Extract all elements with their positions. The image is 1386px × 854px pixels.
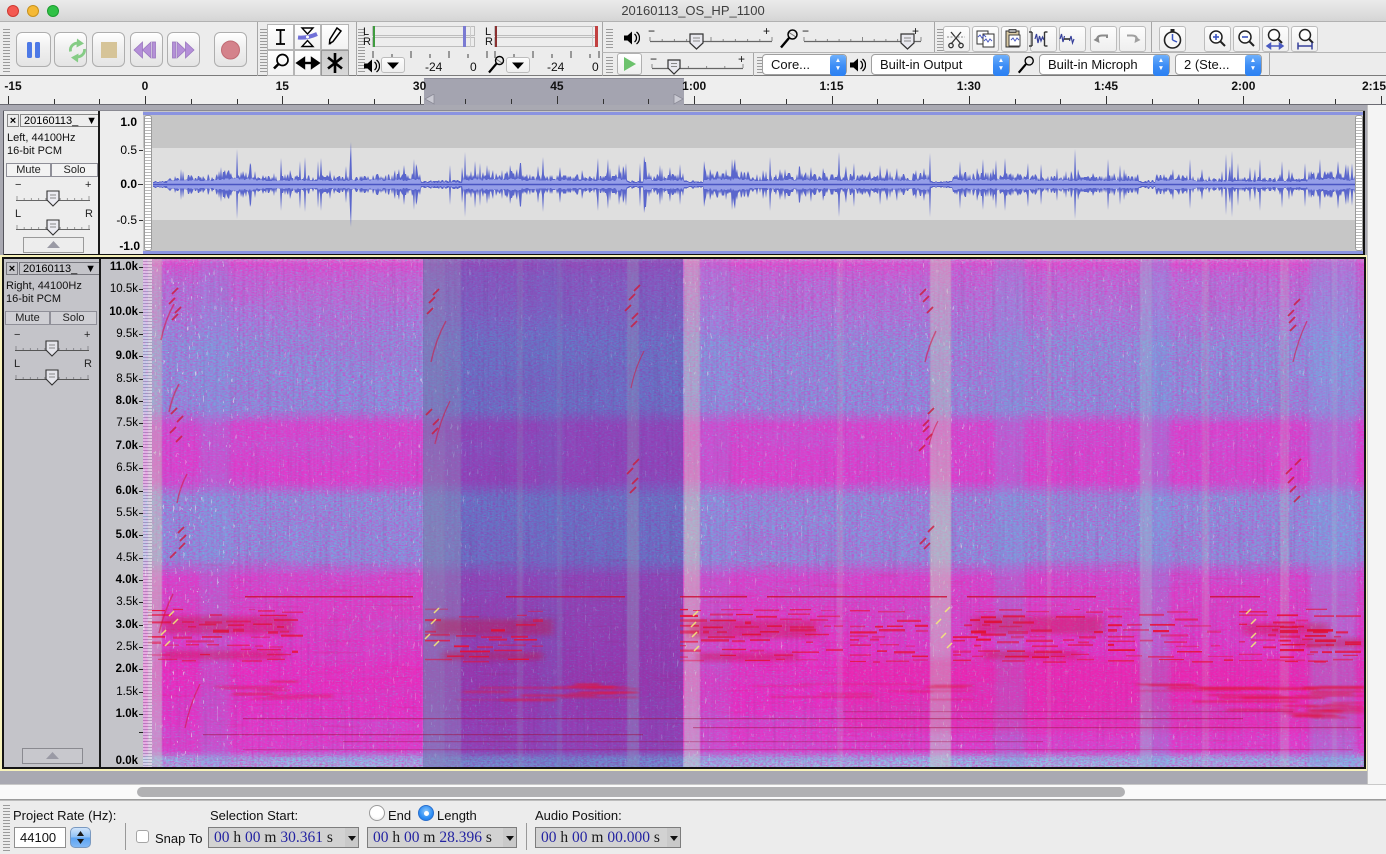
svg-text:−: − <box>14 329 20 341</box>
svg-text:−: − <box>15 179 21 191</box>
svg-text:+: + <box>763 24 770 38</box>
svg-text:−: − <box>648 24 655 38</box>
svg-text:R: R <box>85 208 93 220</box>
svg-text:L: L <box>14 358 20 370</box>
svg-text:−: − <box>650 53 657 66</box>
svg-text:+: + <box>85 179 91 191</box>
svg-text:−: − <box>802 24 809 38</box>
svg-text:+: + <box>84 329 90 341</box>
svg-text:L: L <box>15 208 21 220</box>
svg-text:R: R <box>84 358 92 370</box>
svg-text:+: + <box>738 53 745 66</box>
